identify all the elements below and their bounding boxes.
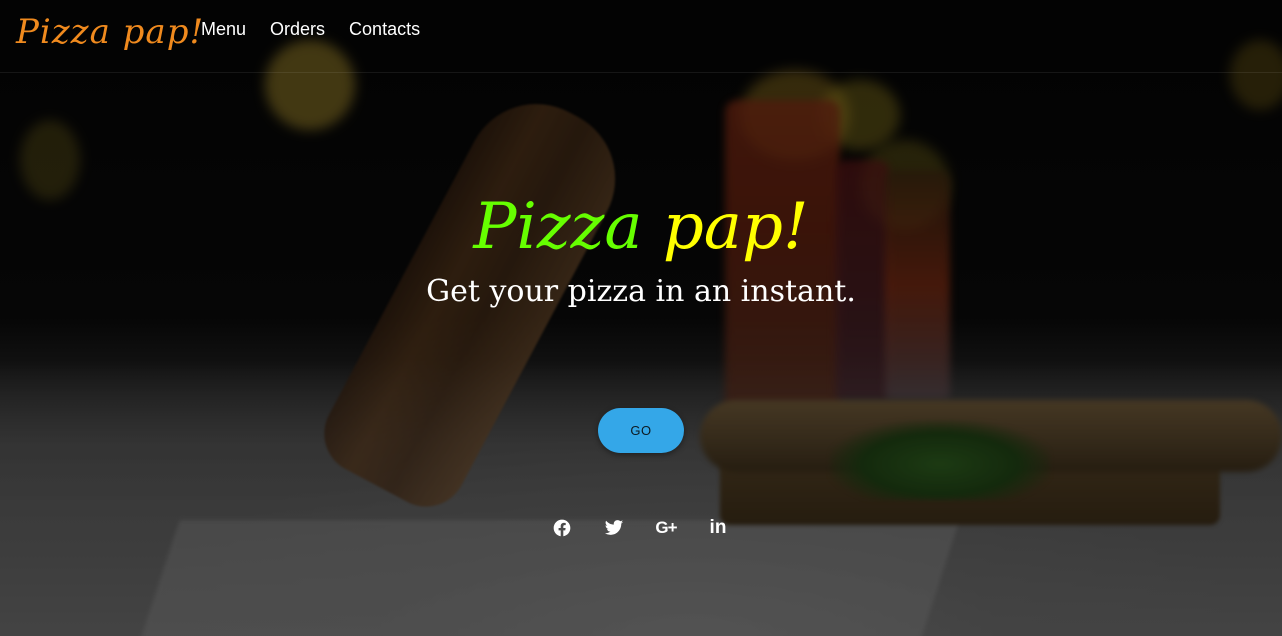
- navbar: Pizza pap! Menu Orders Contacts: [0, 0, 1282, 73]
- facebook-icon-glyph: [553, 519, 571, 537]
- brand-logo[interactable]: Pizza pap!: [16, 8, 204, 56]
- nav-item-contacts[interactable]: Contacts: [349, 18, 420, 40]
- linkedin-icon[interactable]: in: [704, 514, 732, 542]
- nav-menu: Menu Orders Contacts: [201, 18, 420, 40]
- twitter-icon[interactable]: [600, 514, 628, 542]
- facebook-icon[interactable]: [548, 514, 576, 542]
- hero-title-word-1: Pizza: [473, 190, 643, 264]
- twitter-icon-glyph: [604, 520, 624, 535]
- nav-item-menu[interactable]: Menu: [201, 18, 246, 40]
- hero-title-word-2: pap!: [662, 190, 809, 264]
- google-plus-icon[interactable]: G+: [652, 514, 680, 542]
- hero-title: Pizza pap!: [0, 182, 1282, 272]
- page: Pizza pap! Menu Orders Contacts Pizza pa…: [0, 0, 1282, 636]
- nav-item-orders[interactable]: Orders: [270, 18, 325, 40]
- go-button[interactable]: GO: [598, 408, 684, 453]
- hero-subtitle: Get your pizza in an instant.: [426, 274, 856, 309]
- social-links: G+ in: [548, 514, 732, 542]
